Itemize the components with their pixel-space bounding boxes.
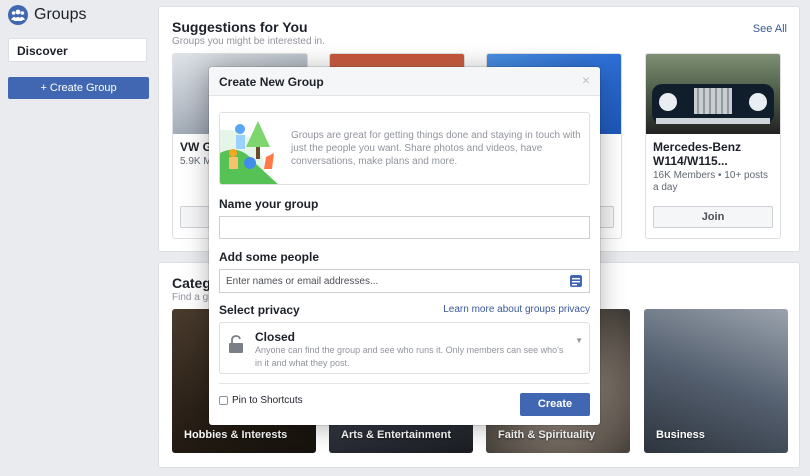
chevron-down-icon: ▼ bbox=[575, 336, 583, 345]
dialog-title: Create New Group bbox=[219, 75, 324, 89]
lock-icon bbox=[229, 335, 243, 353]
privacy-option-title: Closed bbox=[255, 330, 296, 344]
groups-illustration bbox=[220, 113, 280, 184]
pin-label: Pin to Shortcuts bbox=[232, 395, 303, 406]
create-group-dialog: Create New Group × Groups are great for … bbox=[209, 67, 600, 425]
create-button[interactable]: Create bbox=[520, 393, 590, 416]
contacts-icon[interactable] bbox=[570, 275, 582, 287]
privacy-selector[interactable]: Closed Anyone can find the group and see… bbox=[219, 322, 590, 374]
add-people-label: Add some people bbox=[219, 250, 320, 264]
groups-page: Groups Discover + Create Group Suggestio… bbox=[0, 0, 810, 476]
add-people-placeholder: Enter names or email addresses... bbox=[226, 276, 379, 287]
intro-box: Groups are great for getting things done… bbox=[219, 112, 590, 185]
group-name-label: Name your group bbox=[219, 197, 319, 211]
dialog-header: Create New Group × bbox=[209, 67, 600, 96]
group-name-input[interactable] bbox=[219, 216, 590, 239]
privacy-learn-more-link[interactable]: Learn more about groups privacy bbox=[443, 304, 590, 315]
dialog-divider bbox=[219, 383, 590, 384]
privacy-label: Select privacy bbox=[219, 303, 300, 317]
add-people-input[interactable]: Enter names or email addresses... bbox=[219, 269, 590, 293]
pin-to-shortcuts[interactable]: Pin to Shortcuts bbox=[219, 395, 303, 406]
privacy-option-description: Anyone can find the group and see who ru… bbox=[255, 345, 564, 368]
pin-checkbox[interactable] bbox=[219, 396, 228, 405]
close-icon[interactable]: × bbox=[582, 73, 590, 87]
intro-text: Groups are great for getting things done… bbox=[291, 130, 581, 167]
